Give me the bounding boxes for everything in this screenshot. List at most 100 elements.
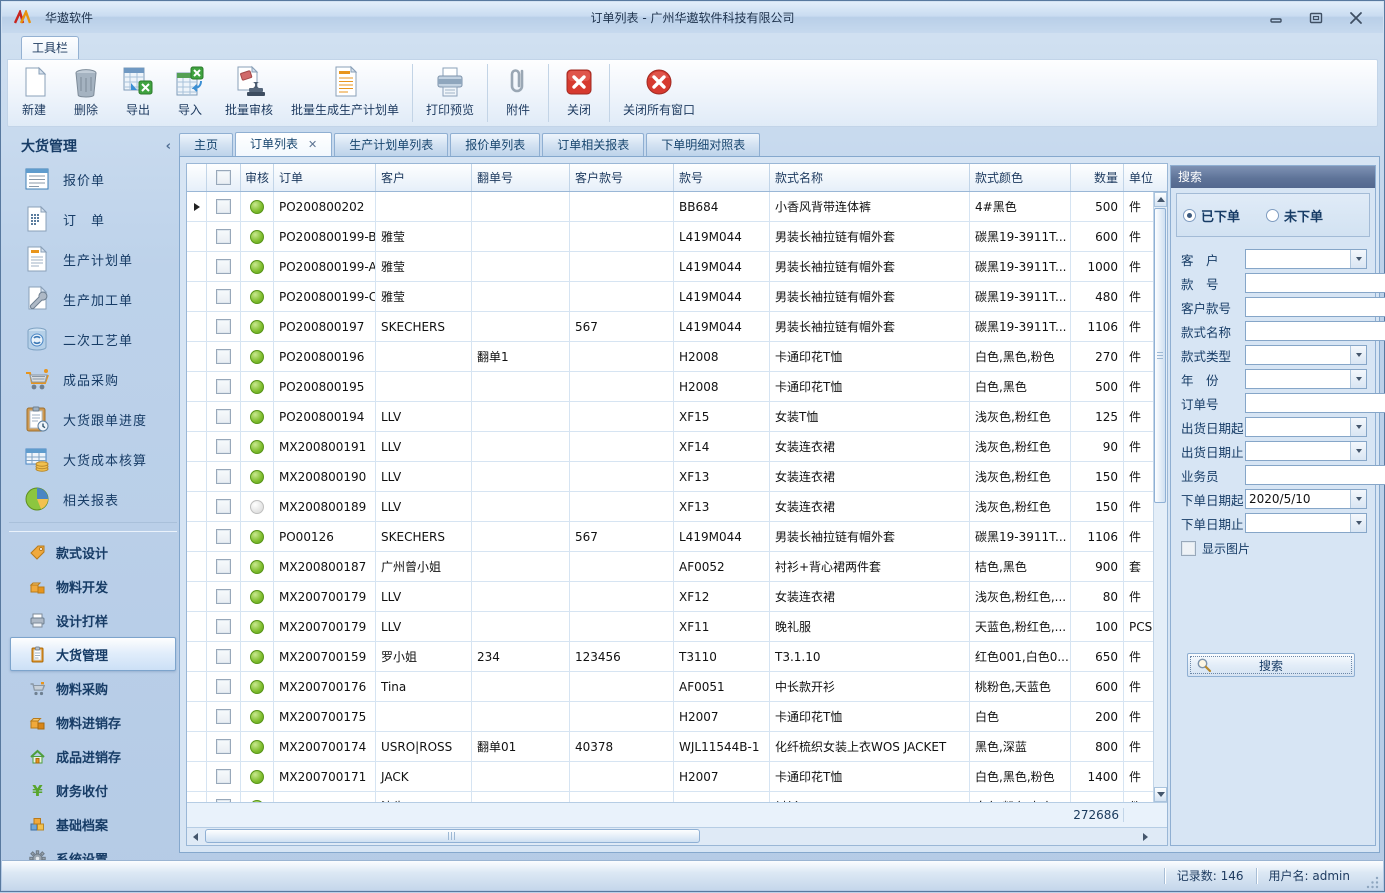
checkbox-icon[interactable] <box>216 259 231 274</box>
radio-icon[interactable] <box>1266 209 1279 222</box>
table-row[interactable]: PO200800197SKECHERS567L419M044男装长袖拉链有帽外套… <box>187 312 1167 342</box>
table-row[interactable]: PO00126SKECHERS567L419M044男装长袖拉链有帽外套碳黑19… <box>187 522 1167 552</box>
checkbox-icon[interactable] <box>216 589 231 604</box>
sidebar-module-5[interactable]: 物料进销存 <box>10 705 176 739</box>
table-row[interactable]: MX200800189LLVXF13女装连衣裙浅灰色,粉红色150件 <box>187 492 1167 522</box>
checkbox-icon[interactable] <box>216 319 231 334</box>
search-field-combo[interactable] <box>1245 417 1367 437</box>
column-header-9[interactable]: 单位 <box>1124 164 1167 191</box>
column-header-1[interactable]: 订单 <box>274 164 376 191</box>
checkbox-icon[interactable] <box>216 529 231 544</box>
checkbox-icon[interactable] <box>216 709 231 724</box>
tab-2[interactable]: 生产计划单列表 <box>334 133 448 156</box>
sidebar-item-4[interactable]: 二次工艺单 <box>7 319 179 359</box>
sidebar-item-5[interactable]: 成品采购 <box>7 359 179 399</box>
checkbox-icon[interactable] <box>1181 541 1196 556</box>
checkbox-icon[interactable] <box>216 349 231 364</box>
chevron-down-icon[interactable] <box>1350 490 1366 508</box>
vertical-scroll-thumb[interactable] <box>1154 208 1166 503</box>
print-preview-button[interactable]: 打印预览 <box>417 60 483 126</box>
scroll-up-arrow-icon[interactable] <box>1154 192 1167 207</box>
chevron-down-icon[interactable] <box>1350 442 1366 460</box>
radio-ordered[interactable]: 已下单 <box>1183 206 1240 225</box>
horizontal-scroll-thumb[interactable] <box>205 829 700 843</box>
batch-plan-document-button[interactable]: 批量生成生产计划单 <box>282 60 408 126</box>
chevron-down-icon[interactable] <box>1350 250 1366 268</box>
maximize-button[interactable] <box>1307 11 1325 25</box>
table-row[interactable]: MX200800190LLVXF13女装连衣裙浅灰色,粉红色150件 <box>187 462 1167 492</box>
search-field-input[interactable] <box>1245 465 1385 485</box>
table-row[interactable]: MX200700175H2007卡通印花T恤白色200件 <box>187 702 1167 732</box>
search-field-combo[interactable] <box>1245 249 1367 269</box>
checkbox-icon[interactable] <box>216 439 231 454</box>
checkbox-icon[interactable] <box>216 619 231 634</box>
attachment-paperclip-button[interactable]: 附件 <box>492 60 544 126</box>
checkbox-icon[interactable] <box>216 469 231 484</box>
table-row[interactable]: PO200800202BB684小香风背带连体裤4#黑色500件 <box>187 192 1167 222</box>
import-excel-button[interactable]: 导入 <box>164 60 216 126</box>
new-document-button[interactable]: 新建 <box>8 60 60 126</box>
tab-1[interactable]: 订单列表✕ <box>235 132 332 156</box>
chevron-down-icon[interactable] <box>1350 370 1366 388</box>
ribbon-tab-toolbar[interactable]: 工具栏 <box>21 36 79 61</box>
header-select-all-checkbox[interactable] <box>207 164 241 191</box>
radio-not-ordered[interactable]: 未下单 <box>1266 206 1323 225</box>
sidebar-item-8[interactable]: 相关报表 <box>7 479 179 519</box>
checkbox-icon[interactable] <box>216 499 231 514</box>
tab-3[interactable]: 报价单列表 <box>450 133 540 156</box>
sidebar-item-0[interactable]: 报价单 <box>7 159 179 199</box>
horizontal-scrollbar[interactable] <box>187 827 1167 845</box>
sidebar-module-2[interactable]: 设计打样 <box>10 603 176 637</box>
tab-4[interactable]: 订单相关报表 <box>542 133 644 156</box>
checkbox-icon[interactable] <box>216 649 231 664</box>
sidebar-item-1[interactable]: 订 单 <box>7 199 179 239</box>
minimize-button[interactable] <box>1267 11 1285 25</box>
checkbox-icon[interactable] <box>216 229 231 244</box>
search-field-combo[interactable] <box>1245 369 1367 389</box>
checkbox-icon[interactable] <box>216 199 231 214</box>
column-header-3[interactable]: 翻单号 <box>472 164 570 191</box>
table-row[interactable]: MX200700174USRO|ROSS翻单0140378WJL11544B-1… <box>187 732 1167 762</box>
table-row[interactable]: MX200700159罗小姐234123456T3110T3.1.10红色001… <box>187 642 1167 672</box>
table-row[interactable]: PO200800195H2008卡通印花T恤白色,黑色500件 <box>187 372 1167 402</box>
search-field-input[interactable] <box>1245 393 1385 413</box>
search-field-combo[interactable] <box>1245 441 1367 461</box>
show-image-option[interactable]: 显示图片 <box>1171 535 1375 557</box>
table-row[interactable]: PO200800196翻单1H2008卡通印花T恤白色,黑色,粉色270件 <box>187 342 1167 372</box>
table-row[interactable]: MX200800187广州曾小姐AF0052衬衫+背心裙两件套桔色,黑色900套 <box>187 552 1167 582</box>
checkbox-icon[interactable] <box>216 170 231 185</box>
sidebar-item-3[interactable]: 生产加工单 <box>7 279 179 319</box>
sidebar-module-0[interactable]: 款式设计 <box>10 535 176 569</box>
table-row[interactable]: MX200700170沈生0723衬衫白色,粉色,灰色1800件 <box>187 792 1167 802</box>
table-row[interactable]: PO200800194LLVXF15女装T恤浅灰色,粉红色125件 <box>187 402 1167 432</box>
export-excel-button[interactable]: 导出 <box>112 60 164 126</box>
sidebar-module-4[interactable]: 物料采购 <box>10 671 176 705</box>
sidebar-module-7[interactable]: ¥财务收付 <box>10 773 176 807</box>
close-window-button[interactable]: 关闭 <box>553 60 605 126</box>
table-row[interactable]: MX200700179LLVXF12女装连衣裙浅灰色,粉红色,...80件 <box>187 582 1167 612</box>
close-all-windows-button[interactable]: 关闭所有窗口 <box>614 60 704 126</box>
close-button[interactable] <box>1347 11 1365 25</box>
sidebar-item-7[interactable]: 大货成本核算 <box>7 439 179 479</box>
sidebar-module-3[interactable]: 大货管理 <box>10 637 176 671</box>
sidebar-module-8[interactable]: 基础档案 <box>10 807 176 841</box>
vertical-scrollbar[interactable] <box>1153 192 1167 802</box>
checkbox-icon[interactable] <box>216 799 231 802</box>
tab-5[interactable]: 下单明细对照表 <box>646 133 760 156</box>
column-header-6[interactable]: 款式名称 <box>770 164 970 191</box>
search-field-combo[interactable] <box>1245 513 1367 533</box>
checkbox-icon[interactable] <box>216 679 231 694</box>
table-row[interactable]: PO200800199-C雅莹L419M044男装长袖拉链有帽外套碳黑19-39… <box>187 282 1167 312</box>
chevron-down-icon[interactable] <box>1350 418 1366 436</box>
radio-icon[interactable] <box>1183 209 1196 222</box>
search-field-combo[interactable] <box>1245 345 1367 365</box>
table-row[interactable]: MX200700179LLVXF11晚礼服天蓝色,粉红色,...100PCS <box>187 612 1167 642</box>
tab-close-icon[interactable]: ✕ <box>308 133 317 156</box>
sidebar-module-1[interactable]: 物料开发 <box>10 569 176 603</box>
chevron-down-icon[interactable] <box>1350 514 1366 532</box>
batch-audit-stamp-button[interactable]: 批量审核 <box>216 60 282 126</box>
table-row[interactable]: PO200800199-A雅莹L419M044男装长袖拉链有帽外套碳黑19-39… <box>187 252 1167 282</box>
sidebar-module-6[interactable]: 成品进销存 <box>10 739 176 773</box>
column-header-4[interactable]: 客户款号 <box>570 164 674 191</box>
sidebar-collapse-arrow-icon[interactable]: ‹ <box>166 139 171 154</box>
